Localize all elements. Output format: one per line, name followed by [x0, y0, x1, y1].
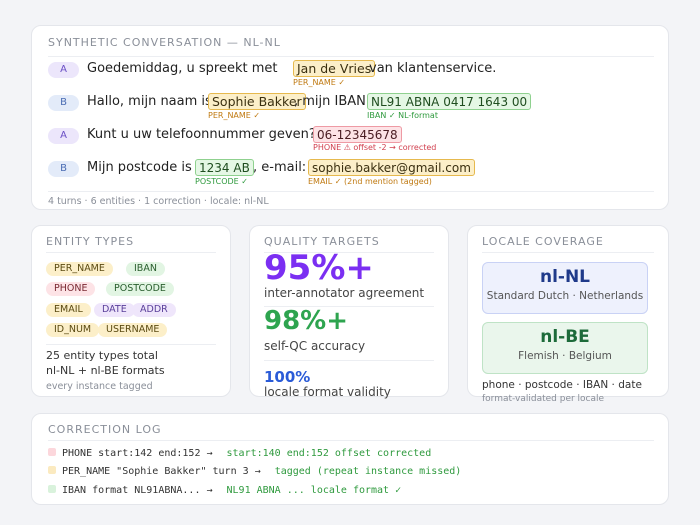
speaker-badge: A [48, 62, 79, 78]
utterance-text: Goedemiddag, u spreekt met [87, 61, 278, 76]
locale-box-nl-nl: nl-NL Standard Dutch · Netherlands [482, 262, 648, 314]
divider [264, 360, 434, 361]
speaker-badge: B [48, 95, 79, 111]
locale-title: LOCALE COVERAGE [482, 235, 604, 248]
entity-per-name[interactable]: Sophie Bakker [208, 93, 306, 110]
entity-type-pill: POSTCODE [106, 282, 174, 296]
status-square [48, 485, 56, 493]
metric-label: self-QC accuracy [264, 339, 366, 353]
speaker-badge: A [48, 128, 79, 144]
utterance-text: , mijn IBAN [294, 94, 366, 109]
entity-type-pill: PER_NAME [46, 262, 113, 276]
entity-tag: IBAN ✓ NL-format [367, 111, 438, 120]
entity-types-note: every instance tagged [46, 381, 153, 392]
log-correction: NL91 ABNA ... locale format ✓ [226, 485, 402, 496]
conversation-title: SYNTHETIC CONVERSATION — nl-NL [48, 36, 281, 49]
locale-note: format-validated per locale [482, 394, 605, 404]
entity-email[interactable]: sophie.bakker@gmail.com [308, 159, 475, 176]
entity-tag: EMAIL ✓ (2nd mention tagged) [308, 177, 432, 186]
status-square [48, 466, 56, 474]
divider [482, 252, 654, 253]
locale-box-nl-be: nl-BE Flemish · Belgium [482, 322, 648, 374]
metric-label: inter-annotator agreement [264, 286, 425, 300]
log-correction: tagged (repeat instance missed) [274, 466, 462, 477]
log-original: IBAN format NL91ABNA... → [62, 485, 213, 496]
entity-phone[interactable]: 06-12345678 [313, 126, 402, 143]
locale-fields: phone · postcode · IBAN · date [482, 379, 642, 391]
metric-value: 100% [264, 368, 311, 386]
entity-iban[interactable]: NL91 ABNA 0417 1643 00 [367, 93, 532, 110]
entity-type-pill: EMAIL [46, 303, 91, 317]
utterance-text: Mijn postcode is [87, 160, 192, 175]
entity-tag: PHONE ⚠ offset -2 → corrected [313, 143, 437, 152]
metric-label: locale format validity [264, 385, 391, 399]
correction-log-title: CORRECTION LOG [48, 423, 162, 436]
locale-coverage-card: LOCALE COVERAGE nl-NL Standard Dutch · N… [467, 225, 669, 404]
utterance-text: Kunt u uw telefoonnummer geven? [87, 127, 316, 142]
entity-tag: PER_NAME ✓ [208, 111, 261, 120]
divider [48, 56, 654, 57]
entity-tag: PER_NAME ✓ [293, 78, 346, 87]
log-correction: start:140 end:152 offset corrected [226, 448, 432, 459]
divider [48, 191, 654, 192]
correction-log-card: CORRECTION LOG PHONE start:142 end:152 →… [31, 413, 669, 505]
divider [48, 440, 654, 441]
conversation-footer: 4 turns · 6 entities · 1 correction · lo… [48, 196, 269, 207]
divider [46, 344, 216, 345]
quality-title: QUALITY TARGETS [264, 235, 380, 248]
entity-type-pill: ADDR [132, 303, 176, 317]
locale-description: Standard Dutch · Netherlands [486, 290, 644, 302]
quality-targets-card: QUALITY TARGETS 95%+ inter-annotator agr… [249, 225, 449, 399]
entity-type-pill: PHONE [46, 282, 96, 296]
entity-postcode[interactable]: 1234 AB [195, 159, 254, 176]
conversation-card: SYNTHETIC CONVERSATION — nl-NL A Goedemi… [31, 25, 669, 210]
entity-types-card: ENTITY TYPES PER_NAME IBAN PHONE POSTCOD… [31, 225, 231, 397]
entity-type-pill: IBAN [126, 262, 165, 276]
entity-type-pill: ID_NUM [46, 323, 100, 337]
entity-types-count: 25 entity types total [46, 349, 158, 362]
entity-types-formats: nl-NL + nl-BE formats [46, 364, 165, 377]
utterance-text: van klantenservice. [369, 61, 497, 76]
metric-value: 95%+ [264, 248, 374, 288]
log-row: IBAN format NL91ABNA... → NL91 ABNA ... l… [48, 485, 401, 496]
log-original: PER_NAME "Sophie Bakker" turn 3 → [62, 466, 261, 477]
log-row: PHONE start:142 end:152 → start:140 end:1… [48, 448, 431, 459]
locale-code: nl-BE [540, 327, 590, 347]
log-original: PHONE start:142 end:152 → [62, 448, 213, 459]
entity-tag: POSTCODE ✓ [195, 177, 248, 186]
utterance-text: Hallo, mijn naam is [87, 94, 212, 109]
entity-type-pill: USERNAME [98, 323, 168, 337]
locale-code: nl-NL [539, 267, 591, 287]
speaker-badge: B [48, 161, 79, 177]
status-square [48, 448, 56, 456]
entity-type-pill: DATE [94, 303, 135, 317]
metric-value: 98%+ [264, 306, 349, 336]
utterance-text: , e-mail: [253, 160, 307, 175]
log-row: PER_NAME "Sophie Bakker" turn 3 → tagged … [48, 466, 461, 477]
entity-per-name[interactable]: Jan de Vries [293, 60, 376, 77]
divider [46, 252, 216, 253]
locale-description: Flemish · Belgium [518, 350, 612, 362]
entity-types-title: ENTITY TYPES [46, 235, 135, 248]
